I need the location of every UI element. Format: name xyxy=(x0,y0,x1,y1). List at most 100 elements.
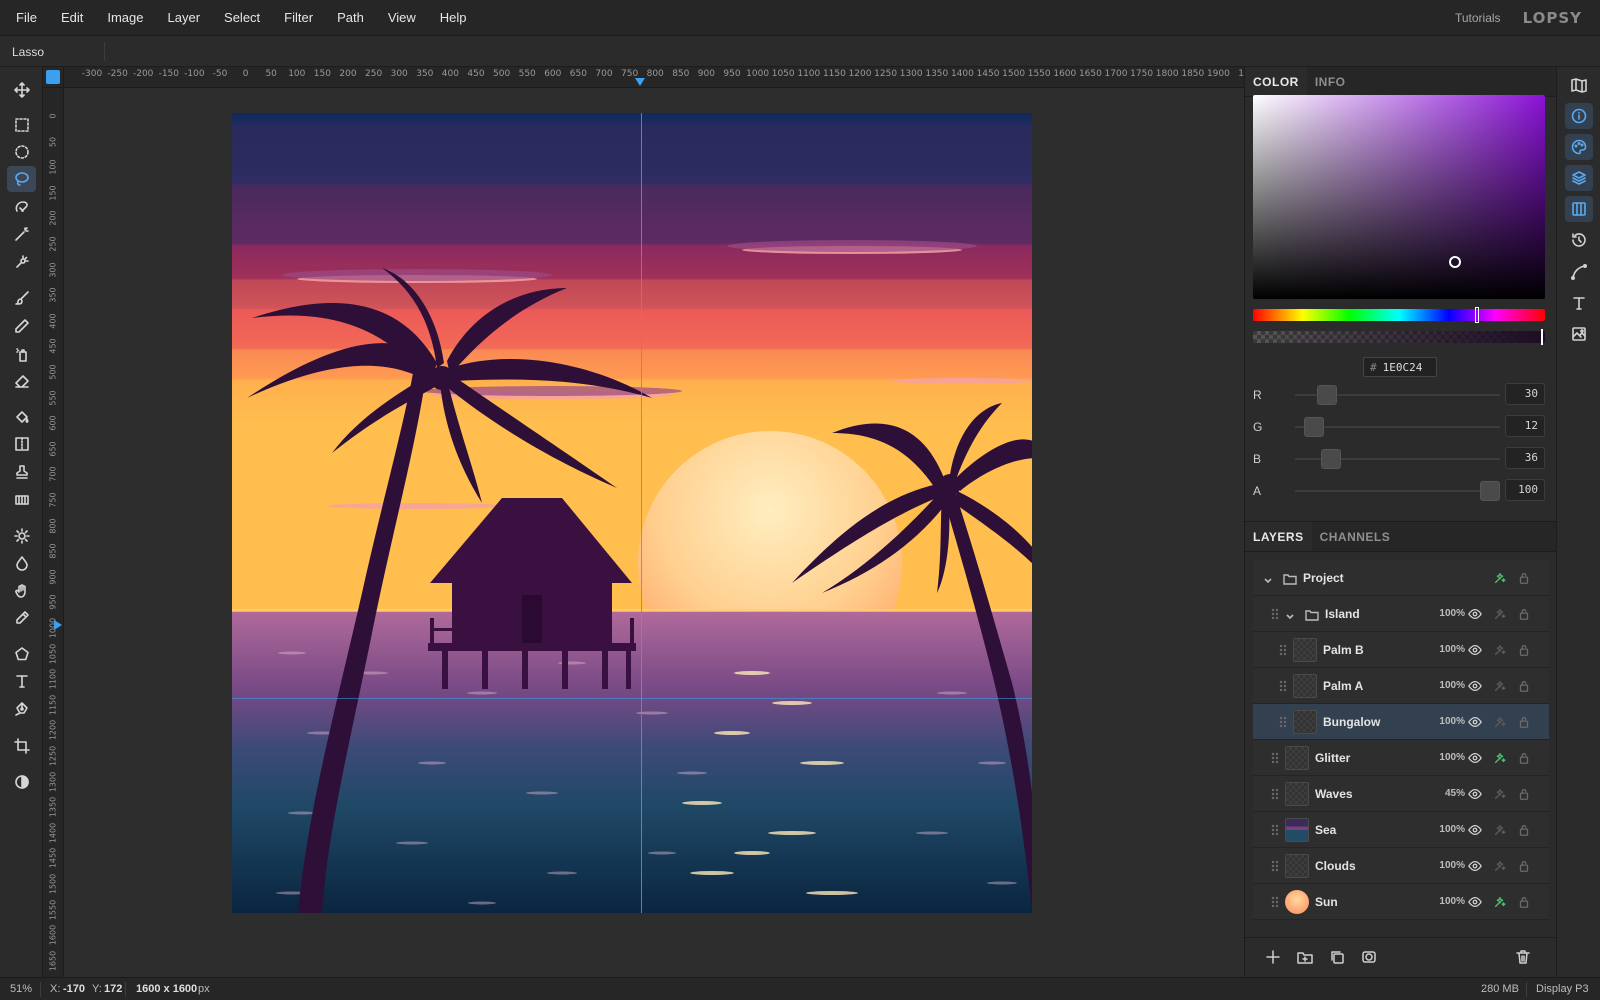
guide-marker-left[interactable] xyxy=(54,620,62,630)
dodge-tool[interactable] xyxy=(7,523,36,549)
crop-tool[interactable] xyxy=(7,733,36,759)
effects-icon[interactable] xyxy=(1493,679,1507,693)
menu-file[interactable]: File xyxy=(0,0,49,36)
alpha-slider[interactable] xyxy=(1253,331,1545,343)
eyedropper-tool[interactable] xyxy=(7,605,36,631)
eye-icon[interactable] xyxy=(1468,751,1482,765)
drag-handle[interactable] xyxy=(1271,752,1279,764)
spray-tool[interactable] xyxy=(7,341,36,367)
effects-icon[interactable] xyxy=(1493,571,1507,585)
channel-value-input[interactable]: 36 xyxy=(1505,447,1545,469)
eraser-tool[interactable] xyxy=(7,368,36,394)
menu-help[interactable]: Help xyxy=(428,0,479,36)
lock-icon[interactable] xyxy=(1517,679,1531,693)
eye-icon[interactable] xyxy=(1468,643,1482,657)
layer-row-clouds[interactable]: Clouds 100% xyxy=(1253,848,1549,884)
quick-select-tool[interactable] xyxy=(7,249,36,275)
menu-layer[interactable]: Layer xyxy=(156,0,213,36)
move-tool[interactable] xyxy=(7,77,36,103)
channel-slider-track[interactable] xyxy=(1295,426,1500,428)
pencil-tool[interactable] xyxy=(7,313,36,339)
rect-select-tool[interactable] xyxy=(7,112,36,138)
eye-icon[interactable] xyxy=(1468,823,1482,837)
layer-row-palm-a[interactable]: Palm A 100% xyxy=(1253,668,1549,704)
layer-row-island[interactable]: Island 100% xyxy=(1253,596,1549,632)
lock-icon[interactable] xyxy=(1517,643,1531,657)
tab-info[interactable]: INFO xyxy=(1307,67,1354,96)
fill-tool[interactable] xyxy=(7,404,36,430)
tab-channels[interactable]: CHANNELS xyxy=(1312,522,1399,551)
alpha-slider-handle[interactable] xyxy=(1541,329,1543,345)
adjust-tool[interactable] xyxy=(7,769,36,795)
character-panel-button[interactable] xyxy=(1565,290,1593,316)
magnetic-lasso-tool[interactable] xyxy=(7,194,36,220)
pen-tool[interactable] xyxy=(7,696,36,722)
eye-icon[interactable] xyxy=(1468,607,1482,621)
layer-row-waves[interactable]: Waves 45% xyxy=(1253,776,1549,812)
hex-input[interactable]: # 1E0C24 xyxy=(1363,357,1437,377)
drag-handle[interactable] xyxy=(1271,608,1279,620)
channel-slider-thumb[interactable] xyxy=(1480,481,1500,501)
lock-icon[interactable] xyxy=(1517,895,1531,909)
eye-icon[interactable] xyxy=(1468,859,1482,873)
eye-icon[interactable] xyxy=(1468,787,1482,801)
guide-marker-top[interactable] xyxy=(635,78,645,86)
add-folder-button[interactable] xyxy=(1297,949,1315,967)
eye-icon[interactable] xyxy=(1468,715,1482,729)
canvas-area[interactable] xyxy=(64,88,1244,977)
drag-handle[interactable] xyxy=(1279,680,1287,692)
tab-layers[interactable]: LAYERS xyxy=(1245,522,1312,551)
drag-handle[interactable] xyxy=(1271,788,1279,800)
blur-tool[interactable] xyxy=(7,550,36,576)
lock-icon[interactable] xyxy=(1517,787,1531,801)
duplicate-layer-button[interactable] xyxy=(1329,949,1347,967)
layer-opacity[interactable]: 100% xyxy=(1439,824,1465,835)
smudge-tool[interactable] xyxy=(7,578,36,604)
eye-icon[interactable] xyxy=(1468,679,1482,693)
effects-icon[interactable] xyxy=(1493,823,1507,837)
chevron-down-icon[interactable] xyxy=(1263,573,1273,584)
menu-path[interactable]: Path xyxy=(325,0,376,36)
layer-row-sun[interactable]: Sun 100% xyxy=(1253,884,1549,920)
channel-slider-thumb[interactable] xyxy=(1303,417,1324,437)
text-tool[interactable] xyxy=(7,668,36,694)
lock-icon[interactable] xyxy=(1517,823,1531,837)
drag-handle[interactable] xyxy=(1271,860,1279,872)
layer-opacity[interactable]: 100% xyxy=(1439,896,1465,907)
menu-filter[interactable]: Filter xyxy=(272,0,325,36)
horizontal-ruler[interactable]: -300 -250 -200 -150 -100 -50 0 50 100 150 200 250 30… xyxy=(64,67,1244,88)
channel-slider-thumb[interactable] xyxy=(1316,385,1337,405)
effects-icon[interactable] xyxy=(1493,607,1507,621)
tutorials-link[interactable]: Tutorials xyxy=(1455,11,1501,25)
shape-tool[interactable] xyxy=(7,641,36,667)
history-panel-button[interactable] xyxy=(1565,227,1593,253)
zoom-level[interactable]: 51% xyxy=(10,983,32,995)
layer-opacity[interactable]: 100% xyxy=(1439,680,1465,691)
effects-icon[interactable] xyxy=(1493,643,1507,657)
vertical-ruler[interactable]: 0 50 100 150 200 250 300 350 400 450 500 550 600 650 7… xyxy=(43,88,64,977)
layer-opacity[interactable]: 100% xyxy=(1439,716,1465,727)
ellipse-select-tool[interactable] xyxy=(7,139,36,165)
image-panel-button[interactable] xyxy=(1565,321,1593,347)
hex-value[interactable]: 1E0C24 xyxy=(1383,361,1423,374)
layer-opacity[interactable]: 100% xyxy=(1439,608,1465,619)
brush-tool[interactable] xyxy=(7,285,36,311)
artwork-canvas[interactable] xyxy=(232,113,1032,913)
drag-handle[interactable] xyxy=(1271,896,1279,908)
layers-panel-button[interactable] xyxy=(1565,165,1593,191)
chevron-down-icon[interactable] xyxy=(1285,609,1295,620)
lock-icon[interactable] xyxy=(1517,607,1531,621)
gradient-tool[interactable] xyxy=(7,431,36,457)
hue-slider[interactable] xyxy=(1253,309,1545,321)
menu-select[interactable]: Select xyxy=(212,0,272,36)
menu-image[interactable]: Image xyxy=(95,0,155,36)
hue-slider-handle[interactable] xyxy=(1475,307,1479,323)
color-panel-button[interactable] xyxy=(1565,134,1593,160)
effects-icon[interactable] xyxy=(1493,787,1507,801)
layer-row-sea[interactable]: Sea 100% xyxy=(1253,812,1549,848)
mask-layer-button[interactable] xyxy=(1361,949,1379,967)
drag-handle[interactable] xyxy=(1271,824,1279,836)
menu-view[interactable]: View xyxy=(376,0,428,36)
paths-panel-button[interactable] xyxy=(1565,259,1593,285)
channel-value-input[interactable]: 30 xyxy=(1505,383,1545,405)
